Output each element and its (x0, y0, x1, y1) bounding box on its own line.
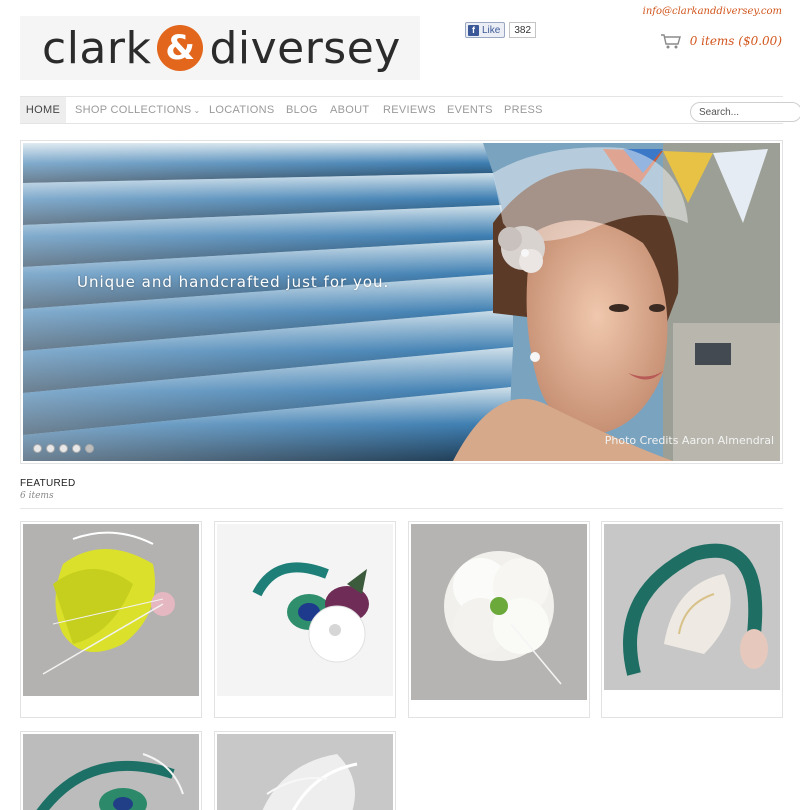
hero-slider: Unique and handcrafted just for you. Pho… (20, 140, 783, 464)
logo-wordmark: clark & diversey (42, 23, 401, 74)
nav-item-blog[interactable]: BLOG (286, 97, 318, 123)
cart-summary[interactable]: 0 items ($0.00) (660, 33, 782, 49)
product-image (604, 524, 780, 690)
product-card[interactable] (214, 521, 396, 718)
slider-dot[interactable] (46, 444, 55, 453)
product-image (217, 524, 393, 696)
featured-count: 6 items (20, 491, 54, 501)
product-card[interactable] (214, 731, 396, 810)
product-card[interactable] (408, 521, 590, 718)
site-logo[interactable]: clark & diversey (20, 16, 420, 80)
product-card[interactable] (601, 521, 783, 718)
product-card[interactable] (20, 731, 202, 810)
facebook-like-count: 382 (509, 22, 537, 38)
hero-slide-image[interactable]: Unique and handcrafted just for you. Pho… (23, 143, 780, 461)
slider-pagination (33, 444, 94, 453)
logo-text-diversey: diversey (209, 22, 401, 74)
chevron-down-icon: ⌄ (193, 106, 201, 115)
slider-dot[interactable] (59, 444, 68, 453)
facebook-icon: f (468, 24, 479, 36)
product-image (217, 734, 393, 810)
logo-ampersand: & (157, 25, 204, 71)
product-image (411, 524, 587, 700)
nav-item-shop-collections-label: SHOP COLLECTIONS (75, 104, 192, 116)
contact-email-link[interactable]: info@clarkanddiversey.com (643, 6, 782, 17)
slider-dot[interactable] (33, 444, 42, 453)
hero-photo-credit: Photo Credits Aaron Almendral (604, 434, 774, 447)
product-image (23, 734, 199, 810)
nav-item-events[interactable]: EVENTS (447, 97, 493, 123)
product-card[interactable] (20, 521, 202, 718)
nav-item-press[interactable]: PRESS (504, 97, 543, 123)
slider-dot[interactable] (72, 444, 81, 453)
main-nav: HOME SHOP COLLECTIONS ⌄ LOCATIONS BLOG AB… (20, 96, 800, 124)
hero-tagline: Unique and handcrafted just for you. (77, 273, 390, 291)
facebook-like-widget: f Like 382 (465, 22, 537, 38)
featured-heading: FEATURED (20, 478, 76, 489)
nav-item-shop-collections[interactable]: SHOP COLLECTIONS ⌄ (75, 97, 200, 123)
product-image (23, 524, 199, 696)
nav-item-about[interactable]: ABOUT (330, 97, 369, 123)
nav-item-reviews[interactable]: REVIEWS (383, 97, 436, 123)
nav-item-locations[interactable]: LOCATIONS (209, 97, 274, 123)
facebook-like-button[interactable]: f Like (465, 22, 506, 38)
cart-summary-text: 0 items ($0.00) (689, 34, 782, 48)
slider-dot-active[interactable] (85, 444, 94, 453)
hero-photo (23, 143, 780, 461)
facebook-like-label: Like (482, 24, 501, 36)
search-input[interactable] (690, 102, 800, 122)
divider (20, 508, 783, 509)
cart-icon (660, 34, 681, 49)
page: clark & diversey f Like 382 info@clarkan… (0, 0, 800, 810)
logo-text-clark: clark (42, 22, 152, 74)
nav-item-home[interactable]: HOME (20, 97, 66, 123)
